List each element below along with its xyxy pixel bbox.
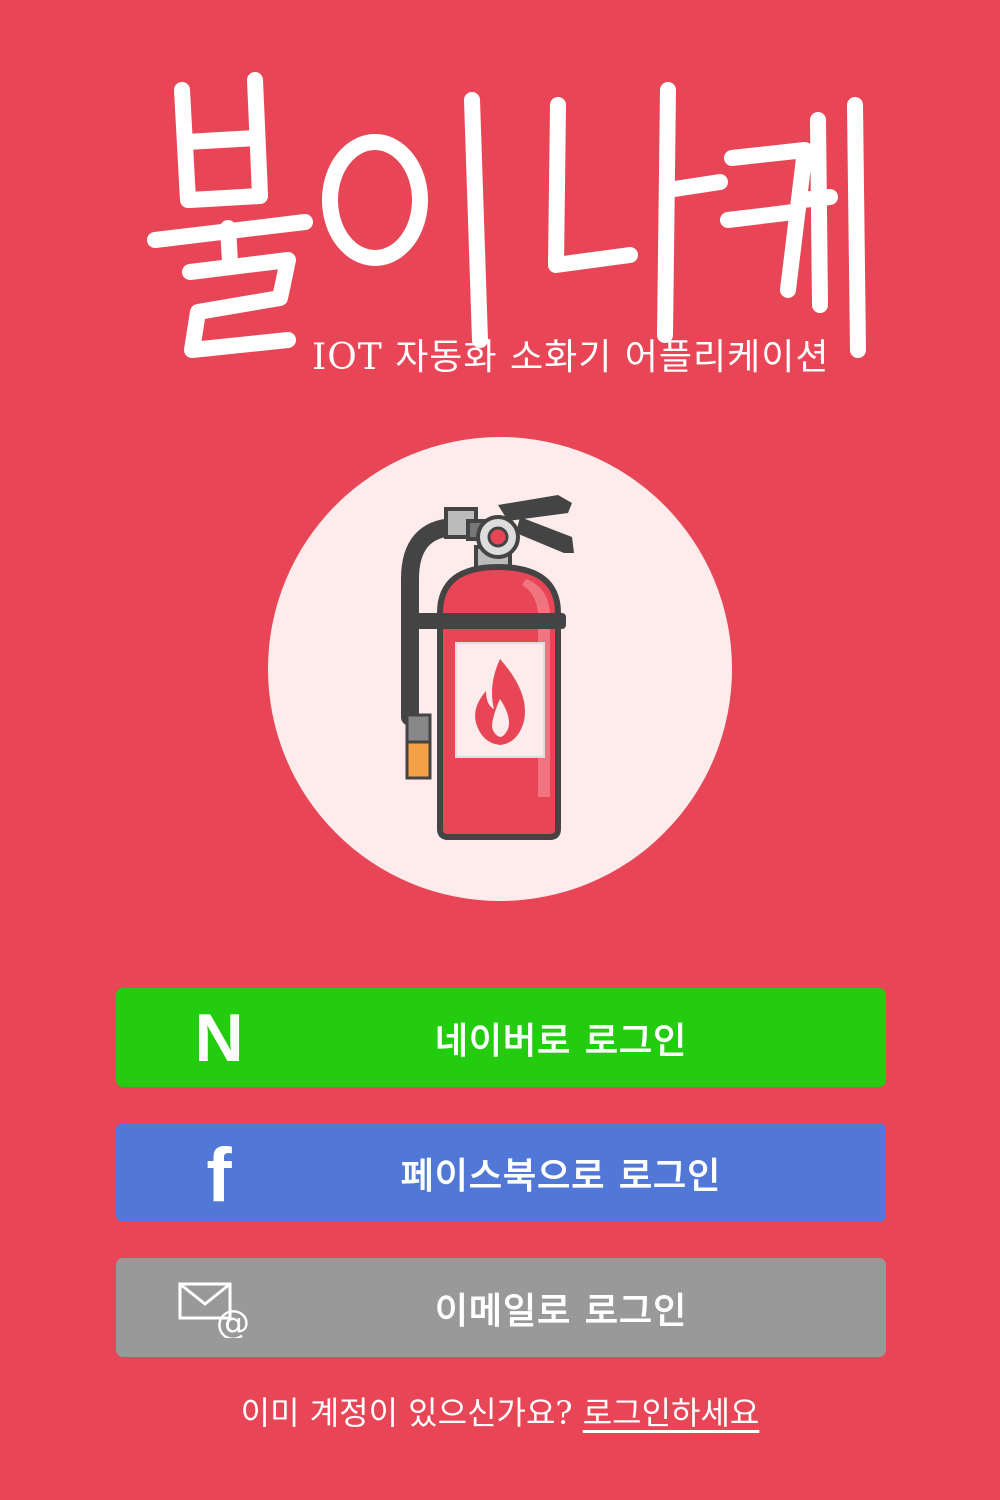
- hero-illustration: [268, 437, 732, 901]
- footer-login-prompt: 이미 계정이 있으신가요? 로그인하세요: [0, 1388, 1000, 1434]
- naver-login-label: 네이버로 로그인: [434, 1020, 688, 1062]
- naver-login-button[interactable]: N 네이버로 로그인: [116, 988, 886, 1087]
- email-login-label: 이메일로 로그인: [434, 1290, 688, 1332]
- facebook-login-button[interactable]: f 페이스북으로 로그인: [116, 1123, 886, 1222]
- facebook-login-label: 페이스북으로 로그인: [400, 1155, 722, 1197]
- footer-question: 이미 계정이 있으신가요?: [240, 1394, 573, 1432]
- app-subtitle: IOT 자동화 소화기 어플리케이션: [312, 337, 830, 378]
- fire-extinguisher-icon: [401, 495, 574, 840]
- email-login-button[interactable]: @ 이메일로 로그인: [116, 1258, 886, 1357]
- login-link[interactable]: 로그인하세요: [583, 1394, 760, 1432]
